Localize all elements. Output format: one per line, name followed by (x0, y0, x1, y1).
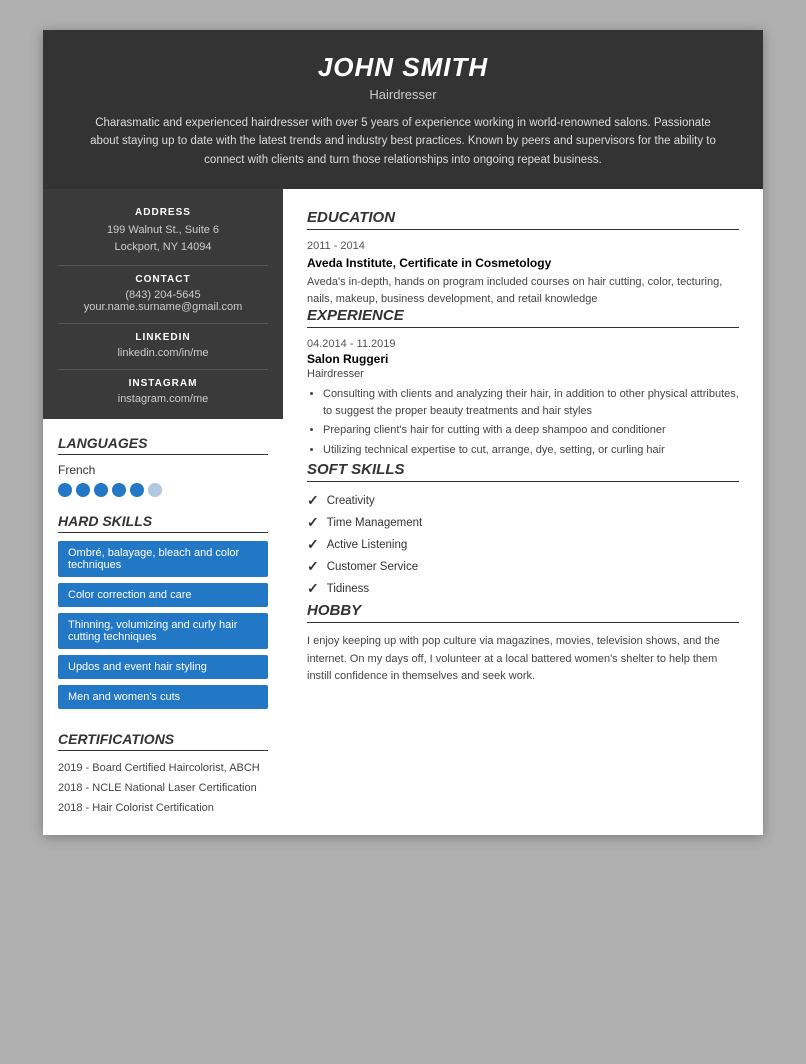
hard-skills-title: HARD SKILLS (58, 513, 268, 533)
hobby-title: HOBBY (307, 602, 739, 623)
exp-bullet-list: Consulting with clients and analyzing th… (307, 386, 739, 458)
dot-6 (148, 483, 162, 497)
education-section: EDUCATION 2011 - 2014 Aveda Institute, C… (307, 209, 739, 307)
phone: (843) 204-5645 (58, 289, 268, 301)
experience-title: EXPERIENCE (307, 307, 739, 328)
exp-role: Hairdresser (307, 368, 739, 380)
skill-pill-5: Men and women's cuts (58, 685, 268, 709)
resume-body: ADDRESS 199 Walnut St., Suite 6 Lockport… (43, 189, 763, 834)
language-proficiency-dots (58, 483, 268, 497)
language: French (58, 463, 268, 477)
soft-skill-1: ✓ Creativity (307, 492, 739, 509)
candidate-summary: Charasmatic and experienced hairdresser … (83, 114, 723, 169)
dot-4 (112, 483, 126, 497)
soft-skill-3: ✓ Active Listening (307, 536, 739, 553)
exp-bullet-1: Consulting with clients and analyzing th… (323, 386, 739, 419)
certifications-section: CERTIFICATIONS 2019 - Board Certified Ha… (58, 731, 268, 818)
hobby-text: I enjoy keeping up with pop culture via … (307, 633, 739, 686)
cert-item-1: 2019 - Board Certified Haircolorist, ABC… (58, 759, 268, 779)
address-line1: 199 Walnut St., Suite 6 (58, 222, 268, 239)
candidate-title: Hairdresser (83, 87, 723, 102)
resume-page: JOHN SMITH Hairdresser Charasmatic and e… (43, 30, 763, 835)
soft-skill-4: ✓ Customer Service (307, 558, 739, 575)
address-label: ADDRESS (58, 207, 268, 218)
checkmark-icon: ✓ (307, 580, 319, 597)
edu-school: Aveda Institute, Certificate in Cosmetol… (307, 256, 739, 270)
checkmark-icon: ✓ (307, 536, 319, 553)
instagram: instagram.com/me (58, 393, 268, 405)
experience-section: EXPERIENCE 04.2014 - 11.2019 Salon Rugge… (307, 307, 739, 458)
dot-5 (130, 483, 144, 497)
skill-pill-2: Color correction and care (58, 583, 268, 607)
languages-section: LANGUAGES French (58, 435, 268, 497)
linkedin-label: LINKEDIN (58, 332, 268, 343)
contact-block: ADDRESS 199 Walnut St., Suite 6 Lockport… (43, 189, 283, 419)
edu-years: 2011 - 2014 (307, 240, 739, 252)
hobby-section: HOBBY I enjoy keeping up with pop cultur… (307, 602, 739, 686)
instagram-label: INSTAGRAM (58, 378, 268, 389)
skill-pill-1: Ombré, balayage, bleach and color techni… (58, 541, 268, 577)
skill-pill-4: Updos and event hair styling (58, 655, 268, 679)
candidate-name: JOHN SMITH (83, 52, 723, 83)
exp-bullet-3: Utilizing technical expertise to cut, ar… (323, 442, 739, 459)
soft-skill-2: ✓ Time Management (307, 514, 739, 531)
email: your.name.surname@gmail.com (58, 301, 268, 313)
linkedin: linkedin.com/in/me (58, 347, 268, 359)
cert-item-3: 2018 - Hair Colorist Certification (58, 799, 268, 819)
checkmark-icon: ✓ (307, 558, 319, 575)
sidebar-white-section: LANGUAGES French HARD SKILLS Ombré, bala… (43, 419, 283, 834)
soft-skill-5: ✓ Tidiness (307, 580, 739, 597)
exp-company: Salon Ruggeri (307, 352, 739, 366)
hard-skills-section: HARD SKILLS Ombré, balayage, bleach and … (58, 513, 268, 715)
languages-title: LANGUAGES (58, 435, 268, 455)
sidebar: ADDRESS 199 Walnut St., Suite 6 Lockport… (43, 189, 283, 834)
soft-skills-title: SOFT SKILLS (307, 461, 739, 482)
education-title: EDUCATION (307, 209, 739, 230)
skill-pill-3: Thinning, volumizing and curly hair cutt… (58, 613, 268, 649)
checkmark-icon: ✓ (307, 492, 319, 509)
checkmark-icon: ✓ (307, 514, 319, 531)
exp-bullet-2: Preparing client's hair for cutting with… (323, 422, 739, 439)
dot-2 (76, 483, 90, 497)
dot-1 (58, 483, 72, 497)
exp-years: 04.2014 - 11.2019 (307, 338, 739, 350)
resume-header: JOHN SMITH Hairdresser Charasmatic and e… (43, 30, 763, 189)
soft-skills-section: SOFT SKILLS ✓ Creativity ✓ Time Manageme… (307, 461, 739, 597)
certifications-title: CERTIFICATIONS (58, 731, 268, 751)
main-content: EDUCATION 2011 - 2014 Aveda Institute, C… (283, 189, 763, 834)
edu-description: Aveda's in-depth, hands on program inclu… (307, 274, 739, 307)
cert-item-2: 2018 - NCLE National Laser Certification (58, 779, 268, 799)
address-line2: Lockport, NY 14094 (58, 239, 268, 256)
dot-3 (94, 483, 108, 497)
contact-label: CONTACT (58, 274, 268, 285)
